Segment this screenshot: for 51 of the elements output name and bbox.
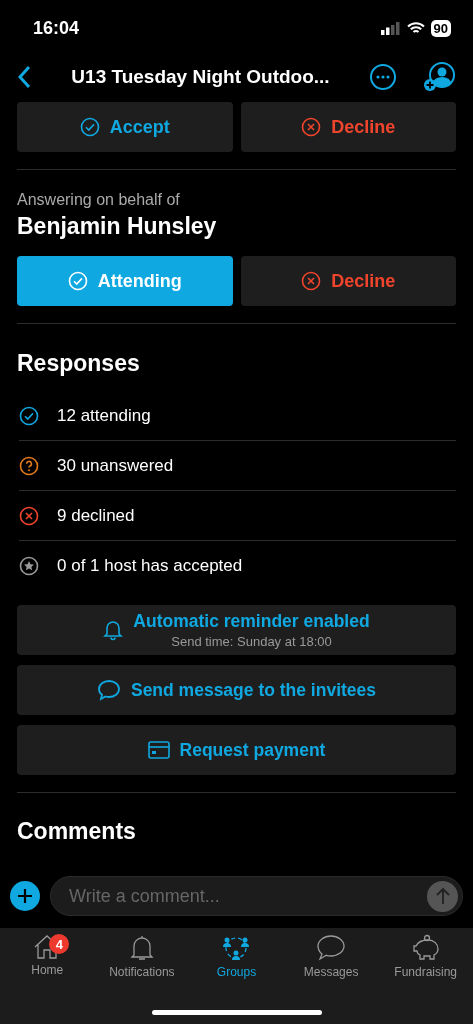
people-circle-icon <box>221 934 252 962</box>
add-person-button[interactable] <box>423 62 455 92</box>
status-time: 16:04 <box>33 17 80 39</box>
responses-heading: Responses <box>17 350 141 377</box>
cross-circle-icon <box>301 117 322 137</box>
on-behalf-caption: Answering on behalf of <box>17 191 181 209</box>
check-circle-icon <box>19 405 39 426</box>
bell-icon <box>128 934 155 962</box>
battery-level: 90 <box>430 19 451 37</box>
more-icon <box>369 63 397 91</box>
tab[interactable]: Fundraising <box>378 934 473 979</box>
more-button[interactable] <box>369 63 397 91</box>
member-name: Benjamin Hunsley <box>17 213 218 240</box>
back-button[interactable] <box>18 65 32 89</box>
speech-bubble-icon <box>316 934 347 962</box>
tab[interactable]: Groups <box>189 934 284 979</box>
reminder-label: Automatic reminder enabled <box>133 611 370 632</box>
arrow-up-icon <box>434 887 451 905</box>
chevron-left-icon <box>18 65 32 89</box>
response-count: 30 unanswered <box>57 455 174 476</box>
accept-button[interactable]: Accept <box>17 102 233 152</box>
comment-box[interactable]: Write a comment... <box>50 876 463 916</box>
tab[interactable]: Notifications <box>94 934 190 979</box>
check-circle-icon <box>67 271 88 291</box>
decline-button[interactable]: Decline <box>240 102 456 152</box>
speech-bubble-icon <box>96 679 121 701</box>
decline-button[interactable]: Decline <box>240 256 456 306</box>
cross-circle-icon <box>19 505 39 526</box>
comments-heading: Comments <box>17 818 137 845</box>
send-time: Send time: Sunday at 18:00 <box>171 634 332 649</box>
comment-field[interactable]: Write a comment... <box>67 884 427 908</box>
notification-badge: 4 <box>49 934 70 954</box>
response-count: 12 attending <box>57 405 151 426</box>
bell-icon <box>103 619 124 641</box>
plus-icon <box>17 888 33 904</box>
tab[interactable]: Home 4 <box>0 934 95 979</box>
message-button[interactable]: Send message to the invitees <box>17 665 456 715</box>
question-icon <box>19 455 39 476</box>
response-count: 0 of 1 host has accepted <box>57 556 243 576</box>
card-icon <box>147 741 170 759</box>
reminder-button[interactable]: Automatic reminder enabled Send time: Sunday at 18:00 <box>17 605 456 655</box>
wifi-icon <box>406 21 425 35</box>
payment-button[interactable]: Request payment <box>17 725 456 775</box>
check-circle-icon <box>79 117 100 137</box>
add-person-icon <box>423 62 455 92</box>
event-title: U13 Tuesday Night Outdoo... <box>70 66 331 88</box>
cross-circle-icon <box>301 271 322 291</box>
add-button[interactable] <box>10 881 40 911</box>
tab[interactable]: Messages <box>283 934 379 979</box>
signal-icon <box>380 21 401 35</box>
response-count: 9 declined <box>57 505 135 526</box>
